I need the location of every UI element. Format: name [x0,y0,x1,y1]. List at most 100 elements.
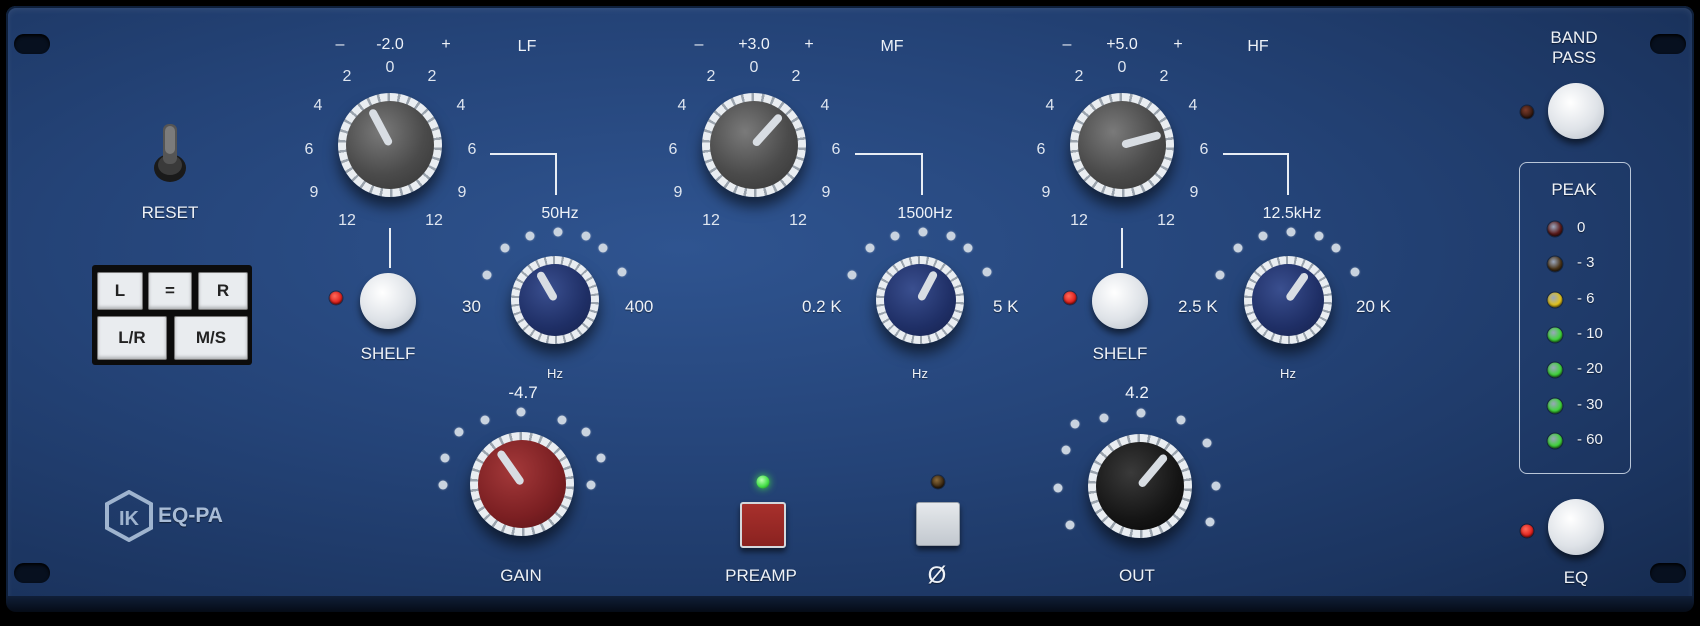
eq-label: EQ [1563,568,1589,587]
hf-title: HF [1247,38,1269,55]
hf-freq-dot [1215,270,1225,280]
lf-title: LF [517,38,537,55]
bandpass-button[interactable] [1548,83,1604,139]
mf-freq-readout: 1500Hz [897,205,953,222]
out-knob[interactable] [1088,434,1192,538]
lf-freq-readout: 50Hz [541,205,579,222]
mf-scale-12r: 12 [789,212,807,229]
hf-scale-2l: 2 [1074,68,1084,85]
peak-level-label: - 3 [1577,254,1595,272]
lf-freq-dot [598,243,608,253]
mf-freq-max: 5 K [993,297,1019,316]
hf-scale-9r: 9 [1189,184,1199,201]
out-label: OUT [1119,566,1155,585]
mf-freq-knob[interactable] [876,256,964,344]
gain-dot [438,480,448,490]
hf-freq-dot [1286,227,1296,237]
mf-scale-2l: 2 [706,68,716,85]
mf-gain-knob[interactable] [702,93,806,197]
hf-freq-knob[interactable] [1244,256,1332,344]
mf-scale-2r: 2 [791,68,801,85]
lf-gain-minus: – [335,36,345,53]
hf-freq-min: 2.5 K [1178,297,1218,316]
mf-link-line [921,153,923,195]
mf-scale-6r: 6 [831,141,841,158]
hf-shelf-led [1063,291,1077,305]
mf-freq-min: 0.2 K [802,297,842,316]
hf-scale-0: 0 [1117,59,1127,76]
preamp-label: PREAMP [725,566,797,585]
mf-scale-9l: 9 [673,184,683,201]
hf-freq-dot [1314,231,1324,241]
channel-left-button[interactable]: L [97,272,143,310]
hf-gain-knob[interactable] [1070,93,1174,197]
gain-dot [557,415,567,425]
channel-lr-button[interactable]: L/R [97,316,167,360]
lf-shelf-label: SHELF [360,344,416,363]
preamp-led [756,475,770,489]
channel-link-button[interactable]: = [148,272,192,310]
rack-slot [14,34,50,54]
reset-toggle-switch[interactable] [150,118,190,188]
rack-slot [1650,563,1686,583]
gain-readout: -4.7 [508,383,538,402]
hf-freq-readout: 12.5kHz [1262,205,1322,222]
lf-freq-dot [617,267,627,277]
lf-scale-4l: 4 [313,97,323,114]
peak-level-label: - 30 [1577,395,1603,413]
mf-link-line [855,153,923,155]
lf-gain-knob[interactable] [338,93,442,197]
gain-dot [586,480,596,490]
eq-bypass-button[interactable] [1548,499,1604,555]
gain-dot [454,427,464,437]
rack-slot [14,563,50,583]
lf-shelf-led [329,291,343,305]
gain-dot [440,453,450,463]
out-dot [1065,520,1075,530]
hf-scale-4l: 4 [1045,97,1055,114]
peak-led [1547,292,1563,308]
out-dot [1061,445,1071,455]
mf-freq-dot [918,227,928,237]
mf-scale-9r: 9 [821,184,831,201]
panel-bottom-edge [6,596,1694,612]
lf-shelf-line [389,228,391,268]
mf-freq-dot [865,243,875,253]
hf-scale-6l: 6 [1036,141,1046,158]
gain-knob[interactable] [470,432,574,536]
out-dot [1099,413,1109,423]
bandpass-label-line1: BAND [1550,28,1598,47]
peak-led [1547,327,1563,343]
lf-scale-0: 0 [385,59,395,76]
lf-shelf-button[interactable] [360,273,416,329]
channel-ms-button[interactable]: M/S [174,316,248,360]
lf-freq-knob[interactable] [511,256,599,344]
lf-scale-2r: 2 [427,68,437,85]
gain-dot [596,453,606,463]
lf-scale-12l: 12 [338,212,356,229]
phase-led [931,475,945,489]
mf-scale-6l: 6 [668,141,678,158]
bandpass-led [1520,105,1534,119]
preamp-button[interactable] [740,502,786,548]
phase-invert-button[interactable] [916,502,960,546]
gain-dot [516,407,526,417]
lf-link-line [555,153,557,195]
hf-shelf-line [1121,228,1123,268]
mf-title: MF [880,38,904,55]
hf-scale-4r: 4 [1188,97,1198,114]
lf-freq-dot [500,243,510,253]
channel-right-button[interactable]: R [198,272,248,310]
rack-slot [1650,34,1686,54]
peak-level-label: - 60 [1577,430,1603,448]
mf-freq-dot [982,267,992,277]
peak-led [1547,362,1563,378]
gain-label: GAIN [500,566,542,585]
out-dot [1136,408,1146,418]
peak-led [1547,256,1563,272]
mf-freq-dot [963,243,973,253]
hf-freq-unit: Hz [1280,366,1296,381]
hf-shelf-button[interactable] [1092,273,1148,329]
gain-dot [480,415,490,425]
out-dot [1070,419,1080,429]
